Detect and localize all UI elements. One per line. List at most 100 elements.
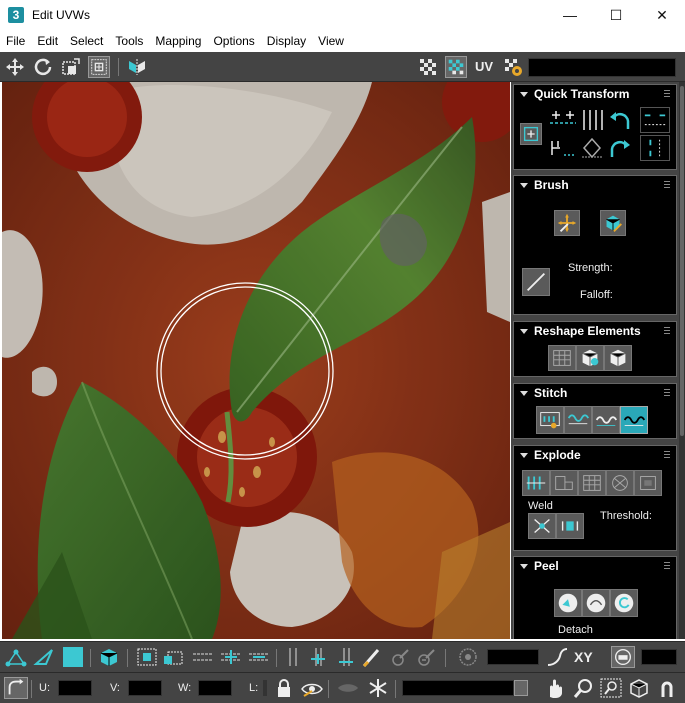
seam-to-selection-icon[interactable]: [334, 646, 358, 668]
relax-brush-button[interactable]: [600, 210, 626, 236]
v-value-field[interactable]: [128, 680, 162, 696]
grow-selection-icon[interactable]: [135, 646, 159, 668]
menu-select[interactable]: Select: [64, 30, 109, 52]
brush-stroke-button[interactable]: [522, 268, 550, 296]
panel-scroll-thumb[interactable]: [680, 86, 684, 436]
stitch-to-target-button[interactable]: [620, 406, 648, 434]
align-vertical-button[interactable]: [578, 107, 606, 133]
falloff-curve-icon[interactable]: [545, 646, 569, 668]
texture-dropdown[interactable]: [528, 58, 676, 77]
unhide-icon[interactable]: [336, 677, 360, 699]
explode-header[interactable]: Explode: [514, 446, 676, 464]
edge-mode-icon[interactable]: [32, 646, 56, 668]
edge-loop-icon[interactable]: [247, 646, 271, 668]
stitch-custom-button[interactable]: [536, 406, 564, 434]
stitch-average-button[interactable]: [592, 406, 620, 434]
menu-view[interactable]: View: [312, 30, 350, 52]
absolute-relative-icon[interactable]: [4, 677, 28, 699]
mirror-icon[interactable]: [126, 56, 148, 78]
reset-peel-button[interactable]: [610, 589, 638, 617]
zoom-extents-icon[interactable]: [627, 677, 651, 699]
falloff-distance-field[interactable]: [487, 649, 539, 665]
maximize-button[interactable]: ☐: [593, 0, 639, 30]
menu-mapping[interactable]: Mapping: [149, 30, 207, 52]
minimize-button[interactable]: —: [547, 0, 593, 30]
detach-edge-button[interactable]: [550, 470, 578, 496]
menu-file[interactable]: File: [0, 30, 31, 52]
flip-horizontal-button[interactable]: [640, 107, 670, 133]
paint-move-button[interactable]: [554, 210, 580, 236]
pan-icon[interactable]: [543, 677, 567, 699]
lock-icon[interactable]: [272, 677, 296, 699]
reshape-elements-header[interactable]: Reshape Elements: [514, 322, 676, 340]
stitch-relax-button[interactable]: [604, 345, 632, 371]
rotate-icon[interactable]: [32, 56, 54, 78]
selection-filter-field[interactable]: [402, 680, 514, 696]
quick-transform-header[interactable]: Quick Transform: [514, 85, 676, 103]
point-to-point-seam-icon[interactable]: [281, 646, 305, 668]
peel-header[interactable]: Peel: [514, 557, 676, 575]
quick-peel-button[interactable]: [554, 589, 582, 617]
space-horizontal-button[interactable]: [548, 135, 578, 161]
paint-select-grow-icon[interactable]: [388, 646, 412, 668]
space-center-button[interactable]: [578, 135, 606, 161]
menu-edit[interactable]: Edit: [31, 30, 64, 52]
close-button[interactable]: ✕: [639, 0, 685, 30]
zoom-icon[interactable]: [571, 677, 595, 699]
vertex-mode-icon[interactable]: [4, 646, 28, 668]
brush-header[interactable]: Brush: [514, 176, 676, 194]
loop-select-icon[interactable]: [191, 646, 215, 668]
break-button[interactable]: [522, 470, 550, 496]
rotate-ccw-button[interactable]: [606, 107, 634, 133]
w-value-field[interactable]: [198, 680, 232, 696]
paint-select-shrink-icon[interactable]: [414, 646, 438, 668]
window-title: Edit UVWs: [32, 8, 91, 22]
threshold-label: Threshold:: [600, 510, 652, 522]
snap-icon[interactable]: [655, 677, 679, 699]
flip-vertical-button[interactable]: [640, 135, 670, 161]
freeform-icon[interactable]: [88, 56, 110, 78]
rotate-cw-button[interactable]: [606, 135, 634, 161]
freeze-icon[interactable]: [366, 677, 390, 699]
move-icon[interactable]: [4, 56, 26, 78]
edge-seam-icon[interactable]: [306, 646, 330, 668]
show-map-icon[interactable]: [445, 56, 467, 78]
ring-select-icon[interactable]: [219, 646, 243, 668]
soft-selection-icon[interactable]: [456, 646, 480, 668]
stitch-header[interactable]: Stitch: [514, 384, 676, 402]
bottom-toolbar-selection: XY: [0, 641, 685, 672]
weld-selected-button[interactable]: [528, 513, 556, 539]
texture-settings-icon[interactable]: [502, 56, 524, 78]
zoom-region-icon[interactable]: [599, 677, 623, 699]
straighten-selection-button[interactable]: [548, 345, 576, 371]
flatten-by-polygon-button[interactable]: [606, 470, 634, 496]
selection-filter-dropdown[interactable]: [514, 680, 528, 696]
l-value-field[interactable]: [263, 680, 267, 696]
lock-selection-icon[interactable]: [611, 646, 635, 668]
paint-select-icon[interactable]: [360, 646, 384, 668]
flatten-by-material-button[interactable]: [634, 470, 662, 496]
peel-mode-button[interactable]: [582, 589, 610, 617]
shrink-selection-icon[interactable]: [161, 646, 185, 668]
hide-icon[interactable]: [300, 677, 324, 699]
xy-space-toggle[interactable]: XY: [574, 649, 593, 665]
set-pivot-button[interactable]: [520, 123, 542, 145]
element-mode-icon[interactable]: [97, 646, 121, 668]
uv-toggle[interactable]: UV: [475, 59, 493, 74]
menu-tools[interactable]: Tools: [109, 30, 149, 52]
u-value-field[interactable]: [58, 680, 92, 696]
relax-button[interactable]: [576, 345, 604, 371]
scale-icon[interactable]: [60, 56, 82, 78]
detach-label: Detach: [558, 624, 593, 636]
align-horizontal-button[interactable]: [548, 107, 578, 133]
weld-target-button[interactable]: [556, 513, 584, 539]
polygon-mode-icon[interactable]: [60, 646, 84, 668]
soft-selection-edge-field[interactable]: [641, 649, 677, 665]
uv-viewport[interactable]: [2, 82, 510, 639]
flatten-by-smoothing-button[interactable]: [578, 470, 606, 496]
menu-options[interactable]: Options: [207, 30, 260, 52]
checker-pattern-icon[interactable]: [417, 56, 439, 78]
stitch-to-source-button[interactable]: [564, 406, 592, 434]
u-label: U:: [39, 682, 50, 694]
menu-display[interactable]: Display: [261, 30, 312, 52]
